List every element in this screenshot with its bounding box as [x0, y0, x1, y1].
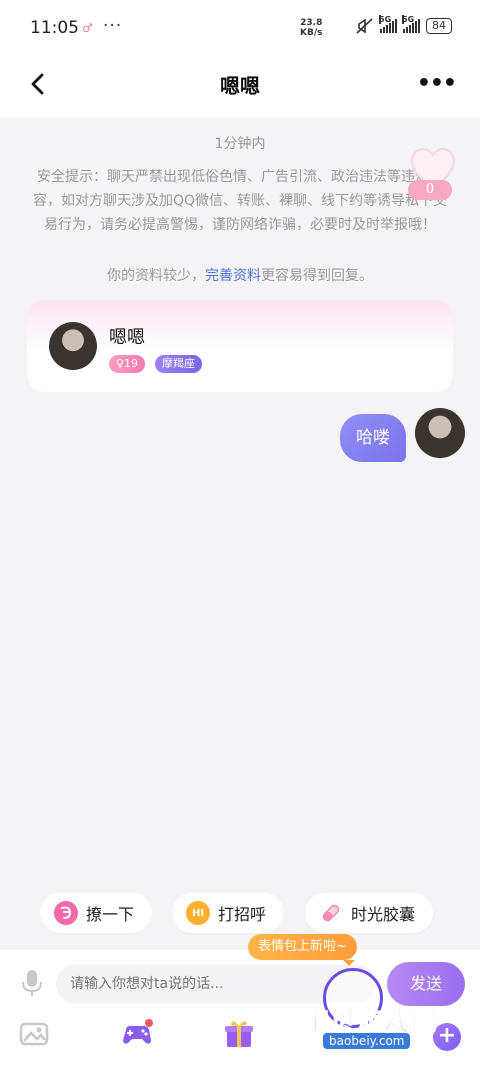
message-bubble[interactable]: 哈喽 [340, 414, 406, 462]
gift-icon[interactable] [223, 1018, 255, 1050]
game-icon[interactable] [121, 1018, 153, 1050]
age-badge: ♀19 [109, 355, 146, 373]
quick-actions: 撩一下 HI 打招呼 时光胶囊 [0, 893, 480, 935]
complete-profile-link[interactable]: 完善资料 [205, 268, 261, 284]
hi-icon: HI [186, 901, 210, 925]
sim2-label: 5G [402, 15, 415, 24]
sim1-label: 5G [379, 15, 392, 24]
profile-hint-suffix: 更容易得到回复。 [261, 268, 373, 284]
zodiac-badge: 摩羯座 [155, 355, 202, 373]
mute-icon [356, 18, 373, 34]
net-speed-value: 23.8 [300, 18, 323, 28]
profile-card[interactable]: 嗯嗯 ♀19 摩羯座 [27, 300, 453, 392]
flirt-button[interactable]: 撩一下 [40, 893, 153, 933]
status-icons: 5G 5G 84 [356, 15, 452, 34]
flirt-icon [54, 901, 78, 925]
notification-dots-icon: ··· [103, 16, 123, 36]
status-bar: 11:05 ♂ ··· 23.8 KB/s 5G 5G 84 [0, 0, 480, 58]
greet-label: 打招呼 [218, 905, 267, 924]
signal-sim1-icon: 5G [379, 15, 397, 33]
greet-button[interactable]: HI 打招呼 [172, 893, 285, 933]
status-time: 11:05 [30, 18, 79, 38]
time-capsule-button[interactable]: 时光胶囊 [305, 893, 434, 933]
watermark: 宝贝游戏网 baobeiy.com [302, 963, 453, 1063]
safety-tip: 安全提示：聊天严禁出现低俗色情、广告引流、政治违法等违规内容，如对方聊天涉及加Q… [32, 169, 448, 233]
profile-hint: 你的资料较少，完善资料更容易得到回复。 [0, 265, 480, 285]
gender-icon: ♂ [82, 21, 93, 35]
net-speed: 23.8 KB/s [300, 18, 322, 38]
voice-icon[interactable] [20, 968, 44, 998]
watermark-url: baobeiy.com [323, 1033, 411, 1049]
my-avatar[interactable] [415, 408, 465, 458]
profile-name: 嗯嗯 [109, 327, 145, 348]
avatar[interactable] [49, 322, 97, 370]
flirt-label: 撩一下 [86, 905, 135, 924]
sticker-tip[interactable]: 表情包上新啦~ [248, 934, 357, 966]
page-title: 嗯嗯 [220, 74, 260, 98]
signal-sim2-icon: 5G [402, 15, 420, 33]
battery-icon: 84 [426, 18, 452, 34]
time-capsule-label: 时光胶囊 [351, 905, 416, 924]
heart-count-badge: 0 [408, 180, 452, 200]
capsule-icon [319, 901, 343, 925]
chat-header: 嗯嗯 ••• [0, 58, 480, 118]
more-options-icon[interactable]: ••• [417, 71, 457, 96]
net-speed-unit: KB/s [300, 28, 323, 38]
profile-hint-text: 你的资料较少， [107, 268, 205, 284]
image-icon[interactable] [18, 1018, 50, 1050]
